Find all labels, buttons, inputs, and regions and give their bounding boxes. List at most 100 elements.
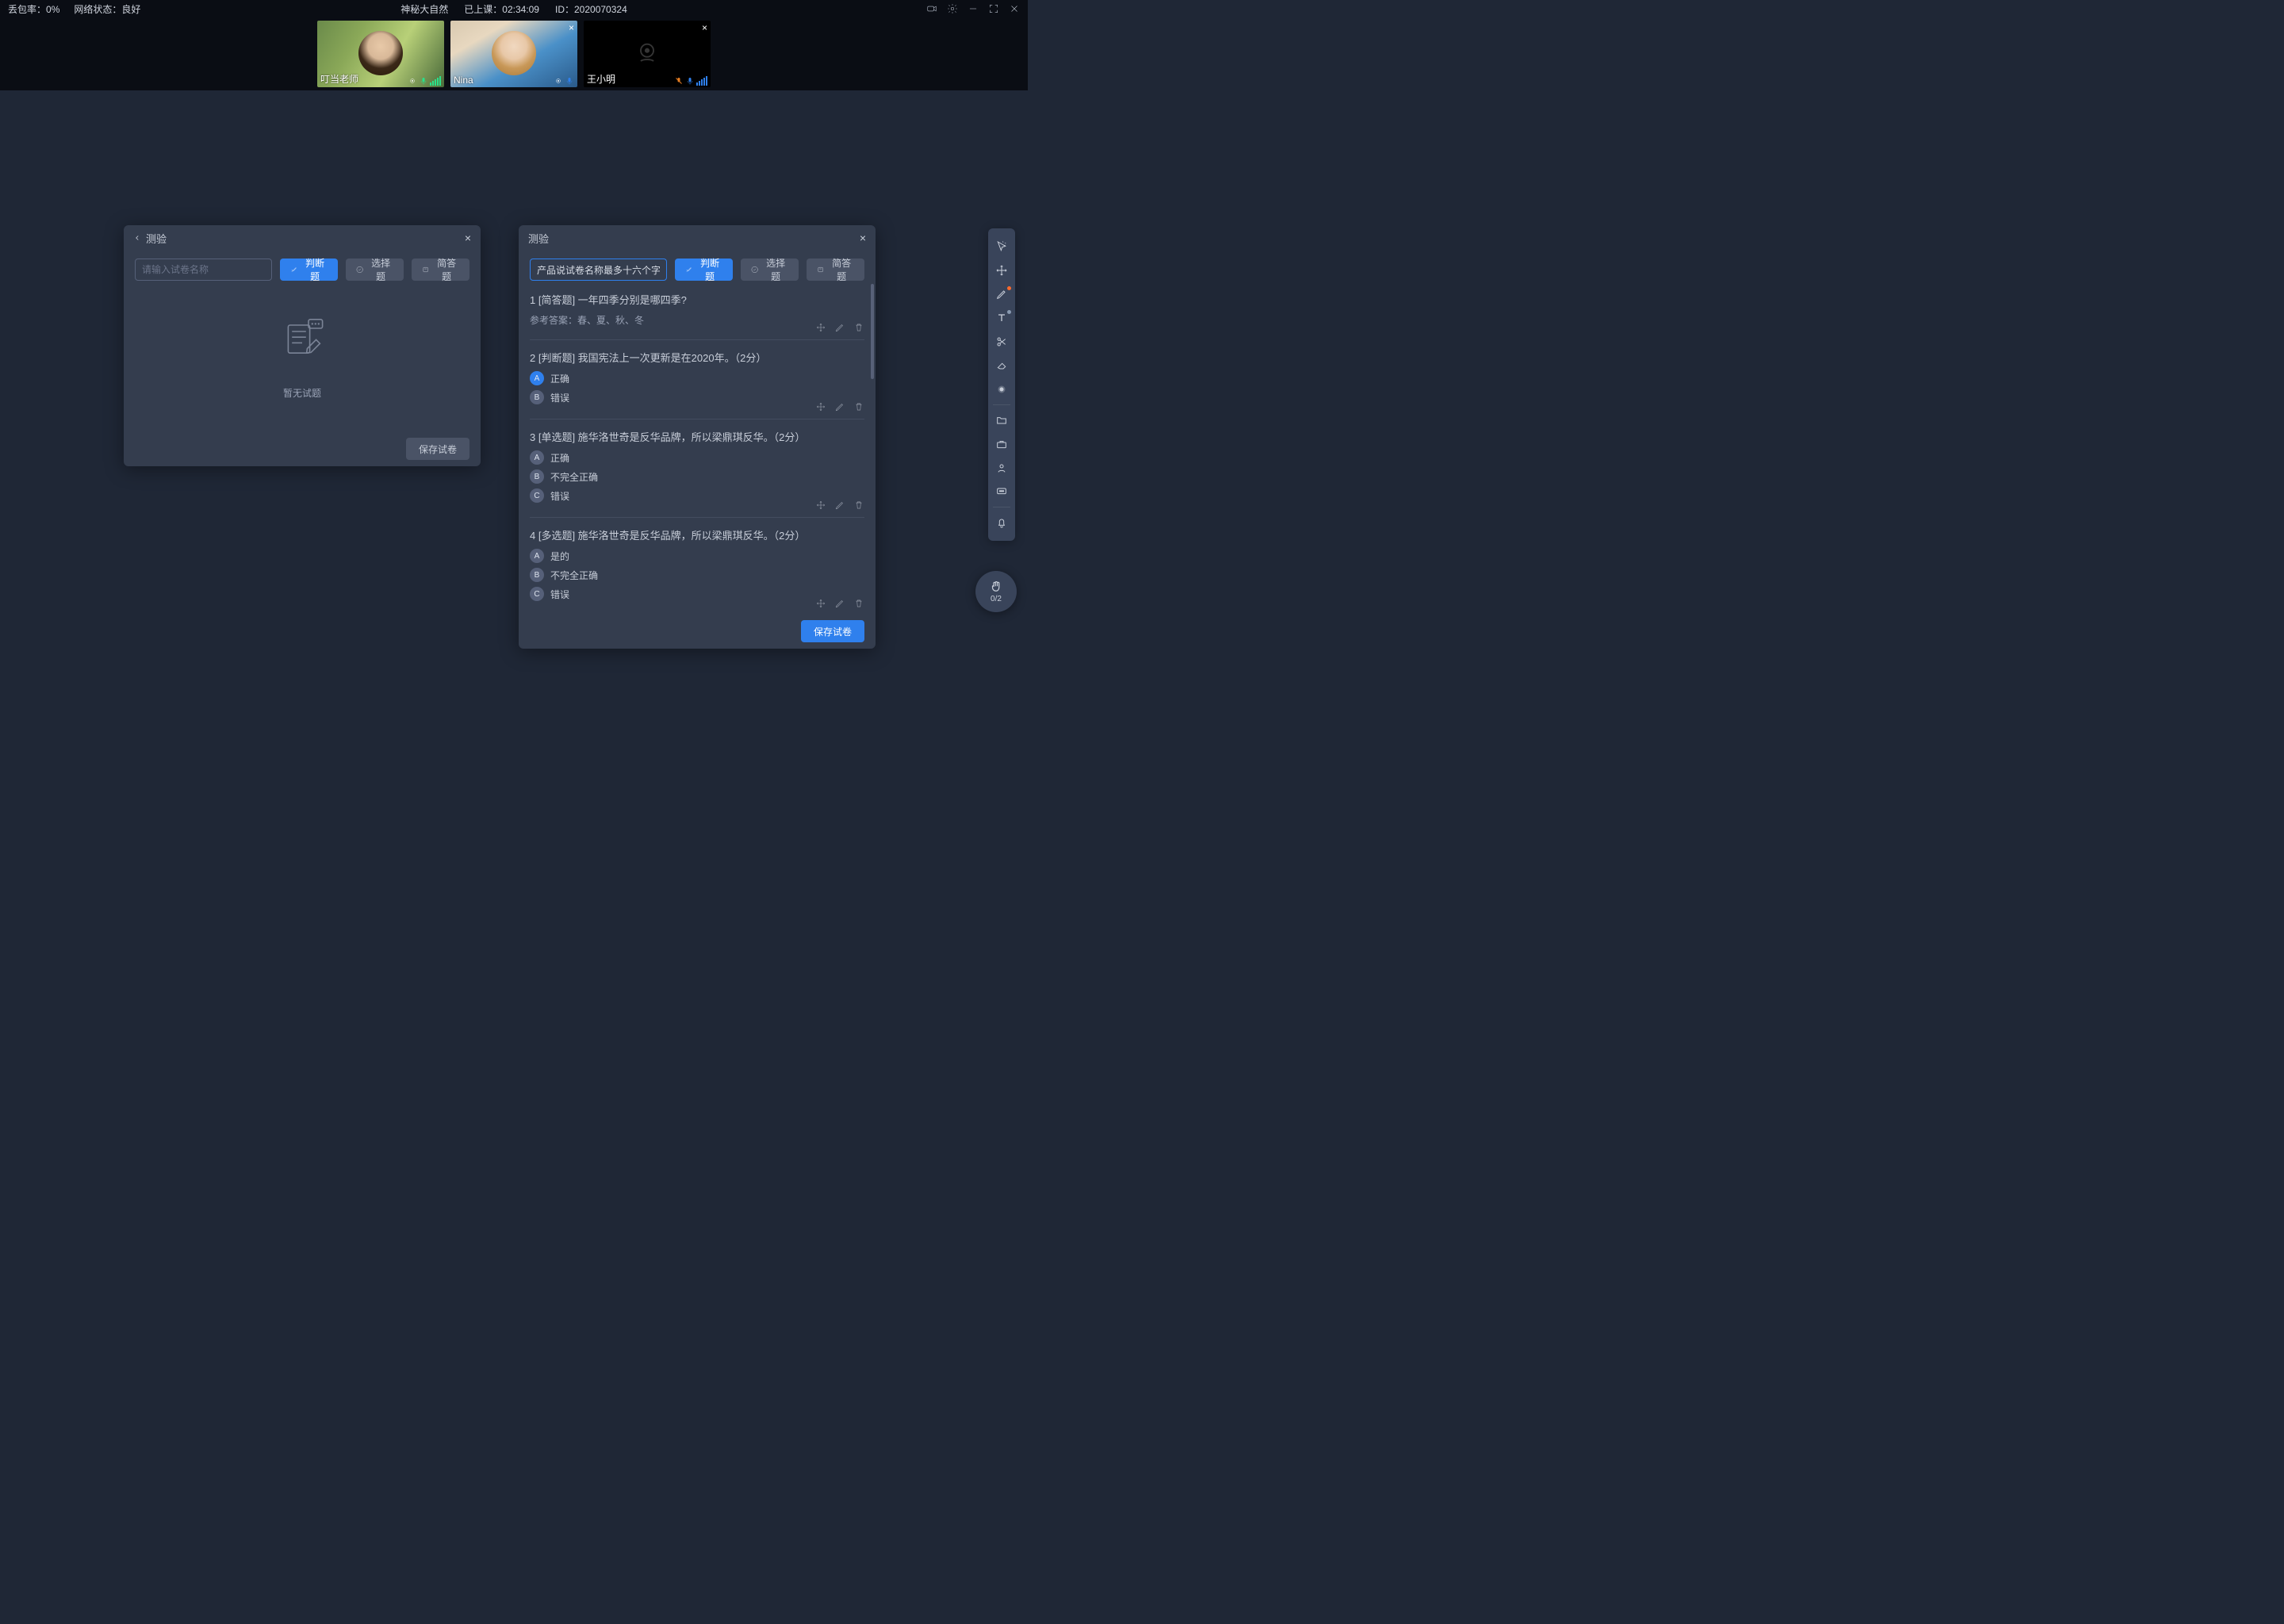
option-row[interactable]: B 不完全正确 [530,469,864,484]
packet-loss: 丢包率：0% [8,2,59,16]
option-letter: A [530,371,544,385]
video-tile-teacher[interactable]: 叮当老师 [317,21,444,87]
question-block: 4 [多选题] 施华洛世奇是反华品牌，所以梁鼎琪反华。（2分） A是的 B 不完全正确… [530,523,864,614]
settings-icon[interactable] [947,3,958,14]
minimize-icon[interactable] [968,3,979,14]
question-actions [815,500,864,511]
camera-status-icon [408,76,417,86]
edit-icon[interactable] [834,401,845,412]
option-letter: A [530,549,544,563]
close-icon[interactable]: × [860,232,866,244]
chat-tool[interactable] [988,480,1015,504]
option-letter: B [530,568,544,582]
option-row[interactable]: A 正确 [530,450,864,465]
option-row[interactable]: A是的 [530,549,864,563]
move-icon[interactable] [815,598,826,609]
scrollbar[interactable] [871,284,874,580]
hand-icon [989,580,1003,594]
mic-icon [565,76,574,86]
delete-icon[interactable] [853,322,864,333]
question-actions [815,322,864,333]
option-text: 不完全正确 [550,470,598,484]
question-actions [815,401,864,412]
user-tool[interactable] [988,456,1015,480]
reference-answer: 参考答案：春、夏、秋、冬 [530,313,864,327]
mic-icon [419,76,428,86]
delete-icon[interactable] [853,401,864,412]
raise-hand-button[interactable]: 0/2 [975,571,1017,612]
option-row[interactable]: C 错误 [530,488,864,503]
scissors-tool[interactable] [988,330,1015,354]
pen-tool[interactable] [988,282,1015,306]
move-icon[interactable] [815,401,826,412]
laser-tool[interactable] [988,377,1015,401]
video-tile-student[interactable]: × Nina [450,21,577,87]
edit-icon[interactable] [834,598,845,609]
fullscreen-icon[interactable] [988,3,999,14]
signal-bars [430,76,441,86]
quiz-name-input[interactable] [530,259,667,281]
option-text: 错误 [550,489,569,503]
option-row[interactable]: A正确 [530,371,864,385]
option-letter: C [530,488,544,503]
add-judge-button[interactable]: 判断题 [280,259,338,281]
option-row[interactable]: B错误 [530,390,864,404]
close-icon[interactable]: × [465,232,471,244]
delete-icon[interactable] [853,598,864,609]
folder-tool[interactable] [988,408,1015,432]
add-judge-button[interactable]: 判断题 [675,259,733,281]
option-letter: A [530,450,544,465]
video-tile-student[interactable]: × 王小明 [584,21,711,87]
option-row[interactable]: B 不完全正确 [530,568,864,582]
delete-icon[interactable] [853,500,864,511]
camera-icon[interactable] [926,3,937,14]
edit-icon[interactable] [834,500,845,511]
signal-bars [696,76,707,86]
eraser-tool[interactable] [988,354,1015,377]
add-short-answer-button[interactable]: 简答题 [412,259,469,281]
option-text: 错误 [550,391,569,404]
question-title: 1 [简答题] 一年四季分别是哪四季? [530,292,864,307]
option-row[interactable]: C 错误 [530,587,864,601]
tile-close-icon[interactable]: × [569,22,574,33]
add-short-answer-button[interactable]: 简答题 [807,259,864,281]
text-tool[interactable] [988,306,1015,330]
option-letter: B [530,469,544,484]
course-title: 神秘大自然 [400,2,448,16]
mic-icon [685,76,695,86]
move-icon[interactable] [815,500,826,511]
save-quiz-button[interactable]: 保存试卷 [406,438,469,460]
empty-state: 暂无试题 [135,287,469,414]
network-status: 网络状态：良好 [74,2,140,16]
camera-off-icon [634,40,660,65]
question-actions [815,598,864,609]
panel-title: 测验 [528,231,549,246]
option-text: 错误 [550,588,569,601]
elapsed-time: 已上课：02:34:09 [464,2,539,16]
panel-title: 测验 [146,231,167,246]
move-tool[interactable] [988,259,1015,282]
quiz-name-input[interactable] [135,259,272,281]
option-letter: C [530,587,544,601]
question-title: 3 [单选题] 施华洛世奇是反华品牌，所以梁鼎琪反华。（2分） [530,429,864,444]
close-icon[interactable] [1009,3,1020,14]
question-block: 3 [单选题] 施华洛世奇是反华品牌，所以梁鼎琪反华。（2分） A 正确 B 不完全正确… [530,424,864,518]
toolbox-tool[interactable] [988,432,1015,456]
add-choice-button[interactable]: 选择题 [741,259,799,281]
edit-icon[interactable] [834,322,845,333]
questions-list: 1 [简答题] 一年四季分别是哪四季?参考答案：春、夏、秋、冬2 [判断题] 我… [530,287,864,614]
back-icon[interactable] [133,232,141,244]
question-title: 4 [多选题] 施华洛世奇是反华品牌，所以梁鼎琪反华。（2分） [530,527,864,542]
tile-close-icon[interactable]: × [702,22,707,33]
video-strip: 叮当老师 × Nina × 王小明 [0,17,1028,90]
option-text: 正确 [550,451,569,465]
option-text: 不完全正确 [550,569,598,582]
quiz-panel-empty: 测验 × 判断题 选择题 简答题 [124,225,481,466]
cursor-tool[interactable] [988,235,1015,259]
save-quiz-button[interactable]: 保存试卷 [801,620,864,642]
add-choice-button[interactable]: 选择题 [346,259,404,281]
empty-illustration [270,309,334,373]
bell-tool[interactable] [988,511,1015,534]
participant-name: 王小明 [587,72,615,86]
move-icon[interactable] [815,322,826,333]
